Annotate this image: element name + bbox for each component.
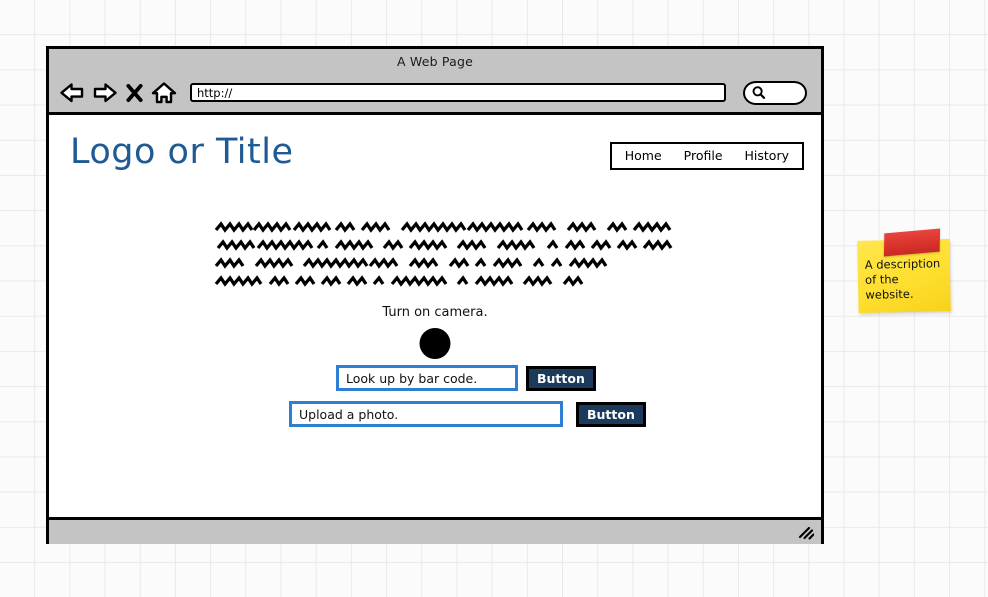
home-icon[interactable] [151,80,177,106]
barcode-row: Look up by bar code. Button [336,365,596,391]
upload-submit-button[interactable]: Button [576,401,646,427]
barcode-submit-button[interactable]: Button [526,365,596,391]
url-text: http:// [197,85,233,100]
barcode-input-value: Look up by bar code. [346,370,478,386]
page-title: Logo or Title [70,132,294,172]
browser-status-bar [49,517,821,544]
magnifier-icon [752,86,766,99]
stop-x-icon[interactable] [125,80,144,106]
browser-window: A Web Page http:// Logo or Title Home Pr… [46,46,824,544]
scribble-line [214,239,684,252]
barcode-input[interactable]: Look up by bar code. [336,365,518,391]
nav-menu: Home Profile History [609,142,804,170]
nav-link-home[interactable]: Home [625,148,662,163]
nav-link-profile[interactable]: Profile [684,148,723,163]
back-arrow-icon[interactable] [59,80,85,106]
url-bar[interactable]: http:// [190,83,726,102]
upload-row: Upload a photo. Button [289,401,646,427]
upload-input[interactable]: Upload a photo. [289,401,563,427]
sticky-note-text: A description of the website. [864,256,941,302]
upload-input-value: Upload a photo. [299,406,399,422]
camera-dot-icon[interactable] [419,328,451,359]
forward-arrow-icon[interactable] [92,80,118,106]
browser-toolbar: http:// [49,73,821,115]
scribble-line [214,257,684,270]
upload-button-label: Button [587,406,635,422]
browser-title-bar: A Web Page [49,49,821,73]
red-tape-icon [883,228,941,257]
resize-grip-icon[interactable] [798,526,814,540]
window-title: A Web Page [396,53,473,69]
camera-label: Turn on camera. [382,305,488,320]
browser-search-box[interactable] [743,80,807,105]
barcode-button-label: Button [537,370,585,386]
nav-link-history[interactable]: History [745,148,789,163]
scribble-line [214,275,684,288]
scribble-placeholder-text [214,221,684,293]
scribble-line [214,221,684,234]
page-content: Logo or Title Home Profile History Turn … [49,115,821,517]
